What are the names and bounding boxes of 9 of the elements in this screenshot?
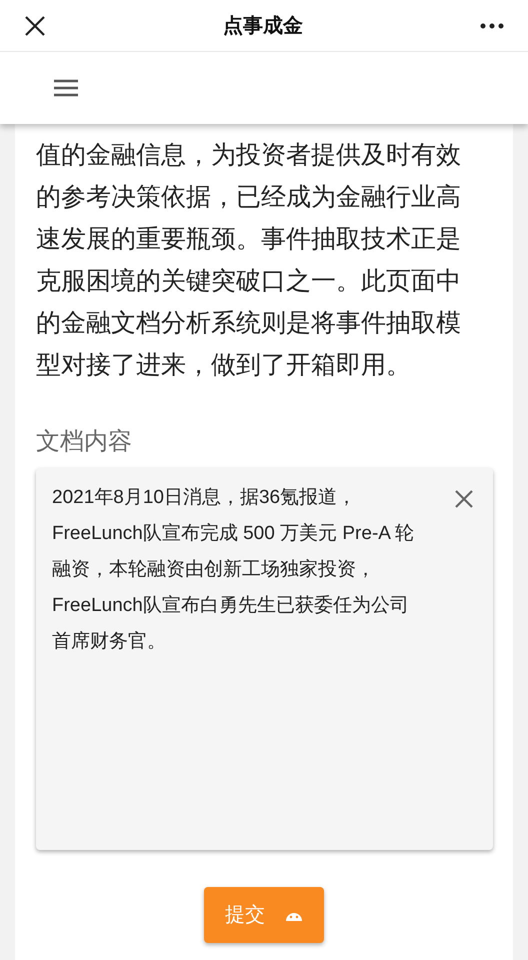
document-label: 文档内容 [36, 427, 133, 457]
more-icon[interactable] [480, 22, 504, 28]
menu-icon[interactable] [54, 79, 78, 97]
intro-paragraph: 值的金融信息，为投资者提供及时有效的参考决策依据，已经成为金融行业高速发展的重要瓶颈。事件抽取技术正是克服困境的关键突破口之一。此页面中的金融文档分析系统则是将事件抽取模型对接了进来，做到了开箱即用。 [36, 140, 462, 381]
close-icon[interactable] [24, 14, 46, 36]
window-title: 点事成金 [223, 14, 303, 38]
document-field[interactable]: 2021年8月10日消息，据36氪报道，FreeLunch队宣布完成 500 万美元 Pre-A 轮融资，本轮融资由创新工场独家投资，FreeLunch队宣布白勇先生已获委任为公司首席财务官。 [36, 468, 493, 850]
clear-icon[interactable] [455, 490, 473, 508]
document-text: 2021年8月10日消息，据36氪报道，FreeLunch队宣布完成 500 万美元 Pre-A 轮融资，本轮融资由创新工场独家投资，FreeLunch队宣布白勇先生已获委任为公司首席财务官。 [52, 486, 416, 654]
